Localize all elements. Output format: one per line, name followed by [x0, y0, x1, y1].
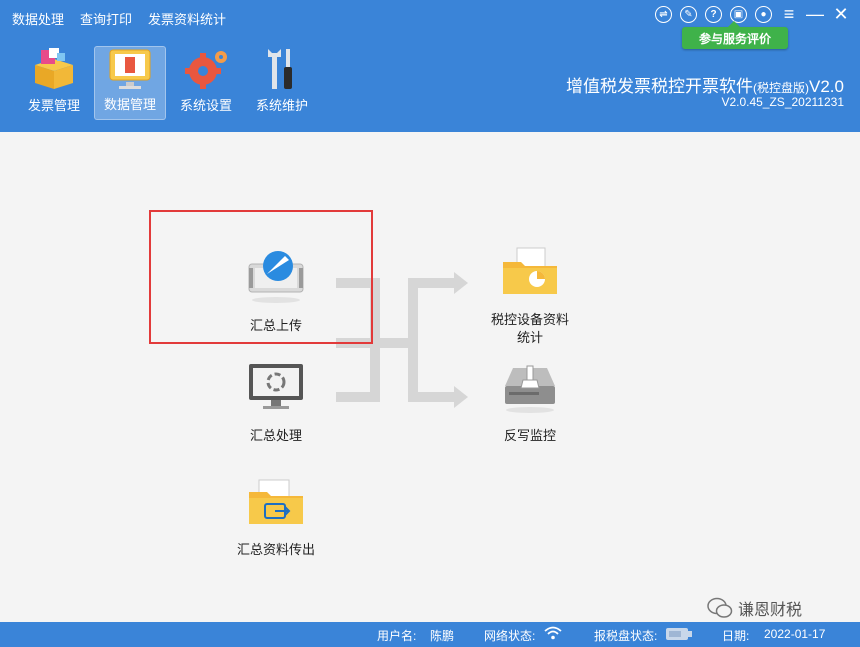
tool-system-settings[interactable]: 系统设置 [170, 46, 242, 120]
func-summary-process[interactable]: 汇总处理 [228, 362, 324, 445]
gear-icon [181, 47, 231, 91]
func-label: 汇总资料传出 [236, 542, 315, 557]
date-value: 2022-01-17 [764, 627, 826, 641]
folder-export-icon [245, 478, 307, 533]
tax-disk-label: 报税盘状态: [594, 629, 658, 643]
tool-label: 系统设置 [179, 98, 232, 113]
invoice-box-icon [29, 47, 79, 91]
menu-icon[interactable]: ≡ [780, 4, 798, 24]
tool-label: 系统维护 [255, 98, 308, 113]
monitor-refresh-icon [245, 362, 307, 419]
menu-data-processing[interactable]: 数据处理 [12, 9, 64, 28]
wifi-icon [544, 625, 562, 644]
tool-label: 数据管理 [103, 97, 156, 112]
username-value: 陈鹏 [430, 629, 455, 643]
func-label: 反写监控 [503, 428, 556, 443]
func-device-statistics[interactable]: 税控设备资料 统计 [482, 246, 578, 347]
window-controls: ⇌ ✎ ? ▣ ● ≡ — ✕ [655, 4, 850, 24]
tool-system-maintenance[interactable]: 系统维护 [246, 46, 318, 120]
help-icon[interactable]: ? [705, 6, 722, 23]
watermark: 谦恩财税 [707, 596, 802, 620]
main-toolbar: 发票管理 数据管理 系统设置 系统维护 [18, 46, 318, 120]
watermark-text: 谦恩财税 [738, 602, 803, 619]
username-label: 用户名: [377, 629, 417, 643]
minimize-icon[interactable]: — [806, 4, 824, 24]
app-title-main: 增值税发票税控开票软件 [566, 77, 754, 96]
func-label-line2: 统计 [516, 330, 543, 345]
func-label-line1: 税控设备资料 [490, 312, 569, 327]
data-monitor-icon [105, 46, 155, 90]
app-title: 增值税发票税控开票软件(税控盘版)V2.0 [566, 72, 844, 97]
menu-query-print[interactable]: 查询打印 [80, 9, 132, 28]
highlight-box [149, 210, 373, 344]
wechat-icon [707, 597, 733, 618]
func-label: 汇总处理 [249, 428, 302, 443]
app-version: V2.0.45_ZS_20211231 [721, 95, 844, 109]
title-bar: 数据处理 查询打印 发票资料统计 ⇌ ✎ ? ▣ ● ≡ — ✕ 参与服务评价 [0, 0, 860, 132]
close-icon[interactable]: ✕ [832, 4, 850, 24]
tool-data-management[interactable]: 数据管理 [94, 46, 166, 120]
func-summary-export[interactable]: 汇总资料传出 [220, 478, 332, 559]
service-rating-button[interactable]: 参与服务评价 [682, 21, 788, 49]
tool-label: 发票管理 [27, 98, 80, 113]
folder-chart-icon [499, 246, 561, 303]
app-title-edition: (税控盘版) [753, 81, 810, 95]
wrench-screwdriver-icon [257, 47, 307, 91]
date-label: 日期: [722, 629, 750, 643]
menu-invoice-statistics[interactable]: 发票资料统计 [148, 9, 226, 28]
network-label: 网络状态: [484, 629, 536, 643]
app-title-version: V2.0 [809, 77, 844, 96]
feedback-icon[interactable]: ✎ [680, 6, 697, 23]
user-icon[interactable]: ● [755, 6, 772, 23]
func-writeback-monitor[interactable]: 反写监控 [482, 362, 578, 445]
status-bar: 用户名: 陈鹏 网络状态: 报税盘状态: 日期: 2022-01-17 [0, 622, 860, 647]
tax-disk-icon [666, 628, 692, 643]
switch-icon[interactable]: ⇌ [655, 6, 672, 23]
tool-invoice-management[interactable]: 发票管理 [18, 46, 90, 120]
menu-bar: 数据处理 查询打印 发票资料统计 [12, 9, 226, 28]
disk-broom-icon [499, 362, 561, 419]
func-label: 税控设备资料 统计 [491, 311, 569, 347]
